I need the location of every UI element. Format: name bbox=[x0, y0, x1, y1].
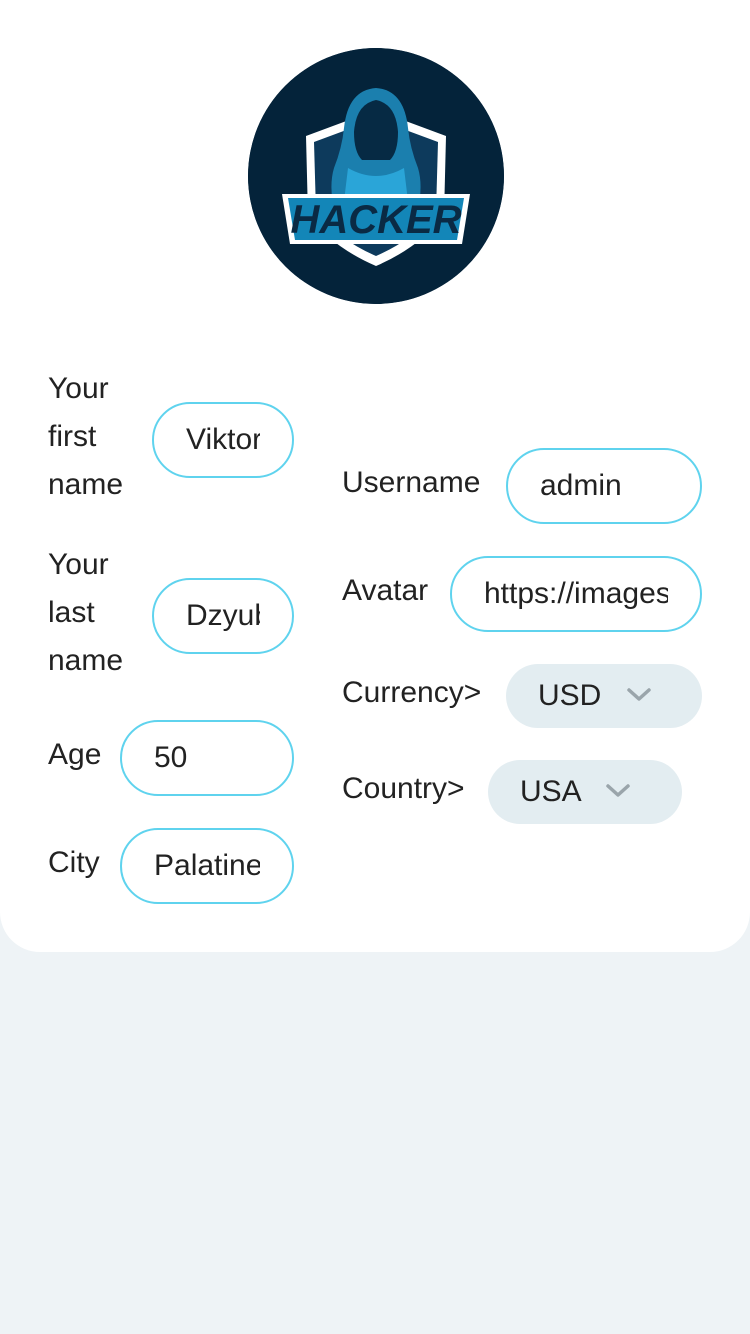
username-label: Username bbox=[342, 466, 481, 499]
age-label: Age bbox=[48, 738, 102, 771]
currency-selected-value: USD bbox=[538, 679, 602, 712]
chevron-down-icon bbox=[606, 784, 630, 797]
username-input[interactable] bbox=[508, 450, 700, 522]
last-name-label: Your last name bbox=[48, 548, 124, 677]
first-name-field[interactable] bbox=[152, 402, 294, 478]
last-name-input[interactable] bbox=[154, 580, 292, 652]
currency-select[interactable]: USD bbox=[506, 664, 702, 728]
hacker-logo-icon: HACKER bbox=[248, 48, 504, 304]
avatar-label: Avatar bbox=[342, 574, 429, 607]
city-label: City bbox=[48, 846, 100, 879]
chevron-down-icon bbox=[627, 688, 651, 701]
country-selected-value: USA bbox=[520, 775, 582, 808]
profile-card: HACKER Your first name Your last name Ag… bbox=[0, 0, 750, 952]
age-input[interactable] bbox=[122, 722, 292, 794]
first-name-input[interactable] bbox=[154, 404, 292, 476]
currency-label: Currency> bbox=[342, 676, 482, 709]
city-field[interactable] bbox=[120, 828, 294, 904]
first-name-label: Your first name bbox=[48, 372, 124, 501]
age-field[interactable] bbox=[120, 720, 294, 796]
username-field[interactable] bbox=[506, 448, 702, 524]
svg-text:HACKER: HACKER bbox=[290, 198, 461, 242]
avatar[interactable]: HACKER bbox=[248, 48, 504, 304]
avatar-url-input[interactable] bbox=[452, 558, 700, 630]
avatar-url-field[interactable] bbox=[450, 556, 702, 632]
country-label: Country> bbox=[342, 772, 465, 805]
last-name-field[interactable] bbox=[152, 578, 294, 654]
city-input[interactable] bbox=[122, 830, 292, 902]
country-select[interactable]: USA bbox=[488, 760, 682, 824]
